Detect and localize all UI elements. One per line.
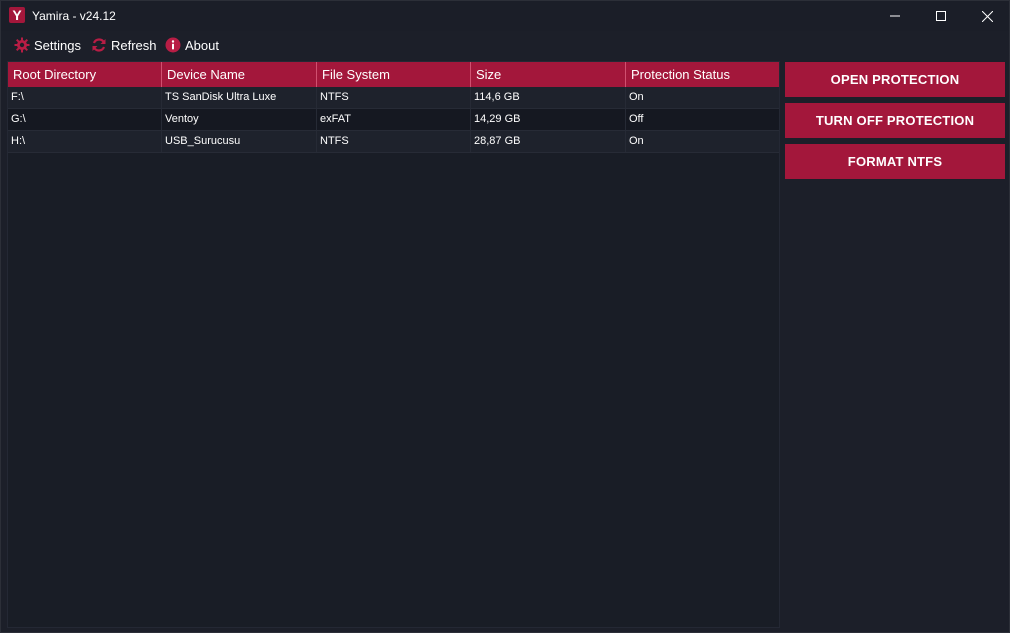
close-button[interactable] [964,1,1010,31]
column-header-protection-status[interactable]: Protection Status [626,62,779,87]
cell-protection-status: On [629,135,644,147]
column-header-file-system[interactable]: File System [317,62,471,87]
column-header-device-name[interactable]: Device Name [162,62,317,87]
info-icon [164,36,182,54]
column-header-root-directory[interactable]: Root Directory [8,62,162,87]
table-header: Root Directory Device Name File System S… [8,62,779,87]
gear-icon [13,36,31,54]
cell-protection-status: Off [629,113,644,125]
maximize-icon [936,11,946,21]
table-row[interactable]: H:\ USB_Surucusu NTFS 28,87 GB On [8,131,779,153]
refresh-icon [90,36,108,54]
cell-protection-status: On [629,91,644,103]
cell-device-name: USB_Surucusu [162,131,317,152]
cell-size: 114,6 GB [471,87,626,108]
app-window: Y Yamira - v24.12 Settings Refresh About… [0,0,1010,633]
minimize-icon [890,15,900,17]
menu-label-refresh: Refresh [111,37,157,53]
maximize-button[interactable] [918,1,964,31]
menu-item-refresh[interactable]: Refresh [90,35,157,55]
table-row[interactable]: F:\ TS SanDisk Ultra Luxe NTFS 114,6 GB … [8,87,779,109]
open-protection-button[interactable]: OPEN PROTECTION [785,62,1005,97]
table-row[interactable]: G:\ Ventoy exFAT 14,29 GB Off [8,109,779,131]
cell-size: 28,87 GB [471,131,626,152]
title-bar[interactable]: Y Yamira - v24.12 [1,1,1009,31]
minimize-button[interactable] [872,1,918,31]
drive-table[interactable]: Root Directory Device Name File System S… [7,61,780,628]
cell-file-system: exFAT [317,109,471,130]
close-icon [981,10,993,22]
cell-device-name: TS SanDisk Ultra Luxe [162,87,317,108]
cell-root-directory: H:\ [8,131,162,152]
menu-label-about: About [185,37,219,53]
menu-bar: Settings Refresh About [1,32,1009,56]
menu-item-settings[interactable]: Settings [13,35,81,55]
app-logo-icon: Y [9,7,25,23]
turn-off-protection-button[interactable]: TURN OFF PROTECTION [785,103,1005,138]
cell-device-name: Ventoy [162,109,317,130]
window-title: Yamira - v24.12 [32,9,116,23]
menu-label-settings: Settings [34,37,81,53]
menu-item-about[interactable]: About [164,35,219,55]
column-header-size[interactable]: Size [471,62,626,87]
cell-root-directory: F:\ [8,87,162,108]
cell-file-system: NTFS [317,87,471,108]
cell-file-system: NTFS [317,131,471,152]
format-ntfs-button[interactable]: FORMAT NTFS [785,144,1005,179]
cell-size: 14,29 GB [471,109,626,130]
cell-root-directory: G:\ [8,109,162,130]
